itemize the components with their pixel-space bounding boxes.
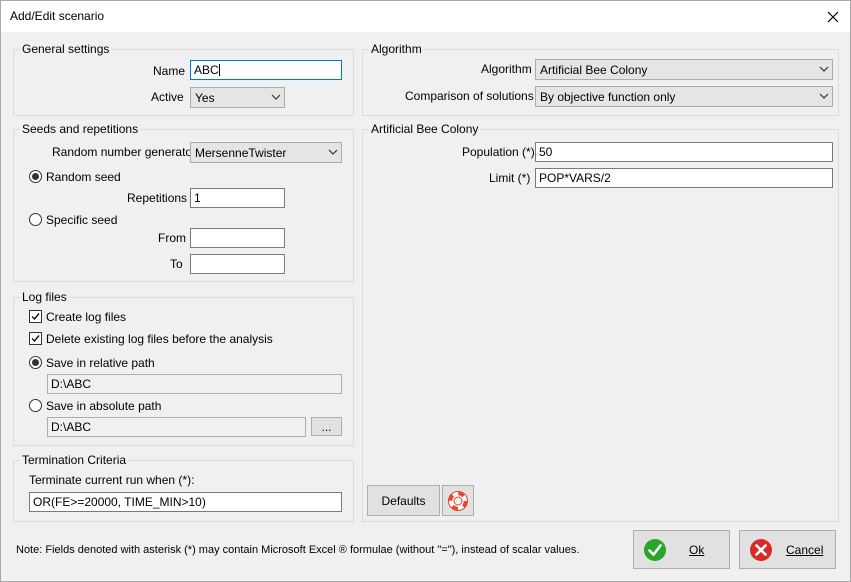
active-value: Yes — [195, 91, 215, 105]
random-seed-radio[interactable] — [29, 170, 42, 183]
ok-label: Ok — [689, 543, 705, 557]
help-button[interactable] — [442, 485, 474, 516]
chevron-down-icon — [271, 94, 281, 100]
dialog-window: Add/Edit scenario General settings Name … — [0, 0, 851, 582]
defaults-button[interactable]: Defaults — [367, 485, 440, 516]
termination-input[interactable]: OR(FE>=20000, TIME_MIN>10) — [29, 492, 342, 512]
ok-button[interactable]: Ok — [633, 530, 730, 569]
checkmark-icon — [31, 335, 40, 343]
absolute-path-input: D:\ABC — [47, 417, 306, 437]
from-label: From — [158, 231, 186, 245]
to-input[interactable] — [190, 254, 285, 274]
limit-input[interactable]: POP*VARS/2 — [535, 168, 833, 188]
relative-path-input: D:\ABC — [47, 374, 342, 394]
chevron-down-icon — [819, 66, 829, 72]
lifebuoy-icon — [448, 490, 468, 511]
comparison-select[interactable]: By objective function only — [535, 86, 833, 107]
rng-label: Random number generator — [52, 145, 197, 159]
population-label: Population (*) — [462, 145, 535, 159]
algorithm-select[interactable]: Artificial Bee Colony — [535, 59, 833, 80]
specific-seed-radio[interactable] — [29, 213, 42, 226]
group-title: Seeds and repetitions — [20, 122, 141, 136]
comparison-value: By objective function only — [540, 90, 676, 104]
termination-group: Termination Criteria — [13, 453, 354, 522]
name-label: Name — [153, 64, 186, 78]
create-log-checkbox[interactable] — [29, 310, 42, 323]
name-value: ABC — [194, 63, 219, 77]
title-bar: Add/Edit scenario — [1, 1, 850, 32]
check-circle-icon — [644, 539, 666, 561]
group-title: Log files — [20, 290, 69, 304]
create-log-label[interactable]: Create log files — [46, 310, 126, 324]
footer-note: Note: Fields denoted with asterisk (*) m… — [16, 544, 580, 556]
cancel-button[interactable]: Cancel — [739, 530, 836, 569]
limit-label: Limit (*) — [489, 171, 531, 185]
comparison-label: Comparison of solutions — [405, 89, 534, 103]
rng-value: MersenneTwister — [195, 146, 287, 160]
active-label: Active — [151, 90, 184, 104]
relative-path-radio[interactable] — [29, 356, 42, 369]
active-select[interactable]: Yes — [190, 87, 285, 108]
termination-label: Terminate current run when (*): — [29, 473, 195, 487]
group-title: Artificial Bee Colony — [369, 122, 481, 136]
rng-select[interactable]: MersenneTwister — [190, 142, 342, 163]
checkmark-icon — [31, 313, 40, 321]
specific-seed-label[interactable]: Specific seed — [46, 213, 117, 227]
group-title: Algorithm — [369, 42, 424, 56]
delete-log-label[interactable]: Delete existing log files before the ana… — [46, 332, 273, 346]
close-icon — [827, 11, 839, 22]
window-title: Add/Edit scenario — [10, 9, 105, 23]
chevron-down-icon — [819, 93, 829, 99]
algorithm-value: Artificial Bee Colony — [540, 63, 648, 77]
repetitions-input[interactable]: 1 — [190, 188, 285, 208]
population-input[interactable]: 50 — [535, 142, 833, 162]
algorithm-label: Algorithm — [481, 62, 532, 76]
cancel-label: Cancel — [786, 543, 824, 557]
group-title: General settings — [20, 42, 112, 56]
x-circle-icon — [750, 539, 772, 561]
relative-path-label[interactable]: Save in relative path — [46, 356, 155, 370]
text-caret — [218, 64, 220, 76]
absolute-path-label[interactable]: Save in absolute path — [46, 399, 161, 413]
group-title: Termination Criteria — [20, 453, 129, 467]
repetitions-label: Repetitions — [127, 191, 188, 205]
from-input[interactable] — [190, 228, 285, 248]
name-input[interactable]: ABC — [190, 60, 342, 80]
random-seed-label[interactable]: Random seed — [46, 170, 121, 184]
delete-log-checkbox[interactable] — [29, 332, 42, 345]
absolute-path-radio[interactable] — [29, 399, 42, 412]
defaults-label: Defaults — [381, 493, 426, 508]
close-button[interactable] — [816, 1, 850, 32]
browse-button[interactable]: ... — [311, 417, 342, 436]
to-label: To — [170, 257, 183, 271]
chevron-down-icon — [328, 149, 338, 155]
